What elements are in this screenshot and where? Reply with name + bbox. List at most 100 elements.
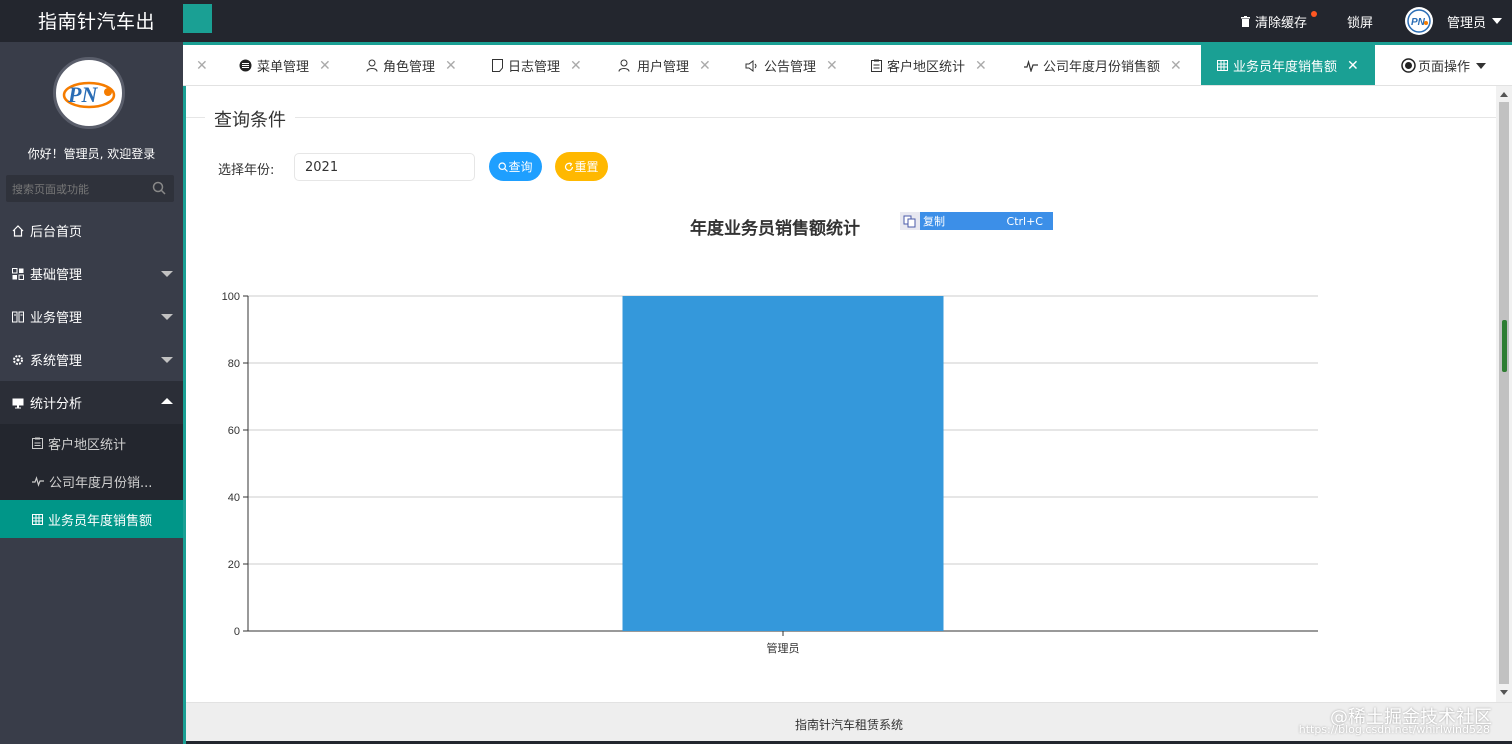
sidebar-item-label: 系统管理 xyxy=(30,354,83,369)
radio-dot-icon xyxy=(1401,58,1416,73)
tab-label: 菜单管理 xyxy=(257,60,310,75)
context-menu-copy[interactable]: 复制 Ctrl+C xyxy=(900,212,1053,230)
sidebar-subitem-label: 公司年度月份销... xyxy=(49,475,153,491)
sidebar-subitem-label: 客户地区统计 xyxy=(48,437,127,453)
tab-user-management[interactable]: 用户管理 ✕ xyxy=(618,45,711,85)
logo-avatar: PN xyxy=(53,57,125,129)
close-icon[interactable]: ✕ xyxy=(1170,58,1182,74)
sidebar-item-home[interactable]: 后台首页 xyxy=(0,209,183,252)
tab-menu-management[interactable]: 菜单管理 ✕ xyxy=(239,45,331,85)
statistics-submenu: 客户地区统计 公司年度月份销... 业务员年度销售额 xyxy=(0,424,183,538)
tab-role-management[interactable]: 角色管理 ✕ xyxy=(366,45,457,85)
main-content: 查询条件 选择年份: 2021 查询 重置 年度业务员销售额统计 复制 Ctrl… xyxy=(186,86,1496,702)
user-menu[interactable]: 管理员 xyxy=(1447,12,1502,31)
vertical-scrollbar[interactable] xyxy=(1496,86,1512,702)
copy-shortcut: Ctrl+C xyxy=(1006,214,1043,228)
pulse-icon xyxy=(1024,59,1038,72)
close-icon[interactable]: ✕ xyxy=(570,58,582,74)
tab-monthly-sales[interactable]: 公司年度月份销售额 ✕ xyxy=(1024,45,1182,85)
welcome-text: 你好！管理员, 欢迎登录 xyxy=(27,147,156,161)
chart-title: 年度业务员销售额统计 xyxy=(690,219,860,239)
sidebar-item-statistics[interactable]: 统计分析 xyxy=(0,381,183,424)
user-icon xyxy=(366,59,378,72)
tab-label: 业务员年度销售额 xyxy=(1233,60,1338,75)
sidebar-item-label: 后台首页 xyxy=(30,225,83,240)
tab-bar: ✕ 菜单管理 ✕ 角色管理 ✕ 日志管理 ✕ 用户管理 ✕ 公告管理 ✕ 客户地… xyxy=(183,42,1512,86)
year-label: 选择年份: xyxy=(218,163,275,178)
svg-text:PN: PN xyxy=(67,82,98,107)
copy-icon xyxy=(900,212,920,230)
tab-log-management[interactable]: 日志管理 ✕ xyxy=(492,45,582,85)
tab-label: 用户管理 xyxy=(637,60,690,75)
sidebar: PN 你好！管理员, 欢迎登录 搜索页面或功能 后台首页 基础管理 业务管理 系… xyxy=(0,42,183,744)
close-icon[interactable]: ✕ xyxy=(699,58,711,74)
sidebar-subitem-customer-region[interactable]: 客户地区统计 xyxy=(0,424,183,462)
sidebar-subitem-label: 业务员年度销售额 xyxy=(48,513,153,529)
fieldset-divider xyxy=(186,117,1496,118)
bar-chart: 0 20 40 60 80 100 管理员 xyxy=(222,291,1318,655)
sidebar-item-system[interactable]: 系统管理 xyxy=(0,338,183,381)
tab-label: 公告管理 xyxy=(764,60,817,75)
y-tick-label: 60 xyxy=(228,425,240,437)
notification-dot xyxy=(1310,11,1317,17)
query-legend: 查询条件 xyxy=(205,106,295,132)
sidebar-toggle-button[interactable] xyxy=(183,4,212,33)
tab-salesman-annual[interactable]: 业务员年度销售额 ✕ xyxy=(1201,45,1375,85)
y-tick-label: 0 xyxy=(234,626,240,638)
circle-lines-icon xyxy=(239,59,252,72)
lock-screen-button[interactable]: 锁屏 xyxy=(1347,12,1373,31)
scroll-track[interactable] xyxy=(1499,102,1509,684)
chevron-up-icon xyxy=(161,398,173,404)
sidebar-item-business[interactable]: 业务管理 xyxy=(0,295,183,338)
clipboard-icon xyxy=(871,59,882,72)
tab-label: 角色管理 xyxy=(383,60,436,75)
reset-button[interactable]: 重置 xyxy=(555,152,608,181)
y-tick-label: 20 xyxy=(228,559,240,571)
page-operations-menu[interactable]: 页面操作 xyxy=(1401,45,1487,85)
book-icon xyxy=(12,311,26,323)
scroll-up-arrow-icon[interactable] xyxy=(1500,92,1508,97)
y-tick-label: 40 xyxy=(228,492,240,504)
app-brand[interactable]: 指南针汽车出 xyxy=(38,7,155,34)
scroll-thumb[interactable] xyxy=(1502,320,1507,372)
monitor-icon xyxy=(12,397,26,409)
note-icon xyxy=(492,59,503,72)
close-icon[interactable]: ✕ xyxy=(1347,58,1359,74)
clear-cache-button[interactable]: 清除缓存 xyxy=(1240,11,1317,31)
users-icon xyxy=(618,59,632,72)
user-avatar[interactable]: PN xyxy=(1404,7,1433,35)
close-icon[interactable]: ✕ xyxy=(196,58,208,74)
footer: 指南针汽车租赁系统 @稀土掘金技术社区 https://blog.csdn.ne… xyxy=(186,702,1512,744)
chevron-down-icon xyxy=(161,271,173,277)
home-icon xyxy=(12,224,26,237)
svg-text:PN: PN xyxy=(1411,17,1426,28)
close-icon[interactable]: ✕ xyxy=(826,58,838,74)
search-icon[interactable] xyxy=(152,181,166,198)
y-tick-label: 100 xyxy=(222,291,240,303)
sidebar-subitem-monthly-sales[interactable]: 公司年度月份销... xyxy=(0,462,183,500)
tab-close-partial[interactable]: ✕ xyxy=(196,45,208,85)
clipboard-icon xyxy=(32,437,43,449)
scroll-down-arrow-icon[interactable] xyxy=(1500,690,1508,695)
y-tick-label: 80 xyxy=(228,358,240,370)
top-bar: 指南针汽车出 清除缓存 锁屏 PN 管理员 xyxy=(0,0,1512,42)
trash-icon xyxy=(1240,15,1250,27)
page-operations-label: 页面操作 xyxy=(1418,60,1471,75)
close-icon[interactable]: ✕ xyxy=(975,58,987,74)
sidebar-item-label: 业务管理 xyxy=(30,311,83,326)
search-placeholder: 搜索页面或功能 xyxy=(12,183,89,196)
close-icon[interactable]: ✕ xyxy=(445,58,457,74)
tab-notice-management[interactable]: 公告管理 ✕ xyxy=(745,45,838,85)
sidebar-subitem-salesman-annual[interactable]: 业务员年度销售额 xyxy=(0,500,183,538)
sidebar-item-basic[interactable]: 基础管理 xyxy=(0,252,183,295)
close-icon[interactable]: ✕ xyxy=(319,58,331,74)
tab-label: 公司年度月份销售额 xyxy=(1043,60,1161,75)
sidebar-search-input[interactable]: 搜索页面或功能 xyxy=(6,175,174,202)
sidebar-item-label: 统计分析 xyxy=(30,397,83,412)
chevron-down-icon xyxy=(1492,18,1502,24)
lock-screen-label: 锁屏 xyxy=(1346,15,1373,31)
query-button[interactable]: 查询 xyxy=(489,152,542,181)
copy-label: 复制 xyxy=(923,215,945,228)
tab-customer-region[interactable]: 客户地区统计 ✕ xyxy=(871,45,987,85)
year-input[interactable]: 2021 xyxy=(294,153,475,181)
